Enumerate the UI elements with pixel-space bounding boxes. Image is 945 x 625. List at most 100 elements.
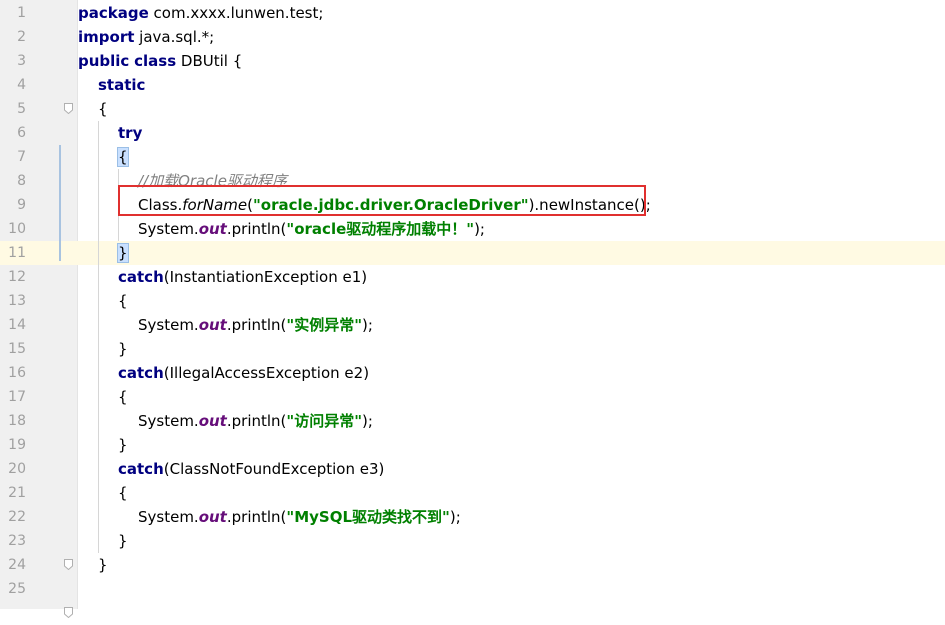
- code-line[interactable]: 19}: [0, 433, 945, 457]
- code-line[interactable]: 4 static: [0, 73, 945, 97]
- code-line[interactable]: 6 try: [0, 121, 945, 145]
- line-number: 12: [8, 269, 26, 285]
- code-token: DBUtil {: [176, 52, 243, 70]
- code-line[interactable]: 18 System.out.println("访问异常");: [0, 409, 945, 433]
- code-token: {: [118, 484, 128, 502]
- code-text: catch(ClassNotFoundException e3): [118, 457, 384, 481]
- code-text: System.out.println("实例异常");: [138, 313, 373, 337]
- line-number: 23: [8, 533, 26, 549]
- code-line[interactable]: 22 System.out.println("MySQL驱动类找不到");: [0, 505, 945, 529]
- line-number: 15: [8, 341, 26, 357]
- indent-guide: [98, 121, 99, 553]
- keyword-token: catch: [118, 460, 164, 478]
- code-text: }: [118, 337, 128, 361]
- code-token: }: [118, 532, 128, 550]
- line-number: 3: [17, 53, 26, 69]
- code-text: }: [117, 241, 129, 265]
- code-token: }: [117, 243, 129, 263]
- code-token: }: [118, 436, 128, 454]
- line-number: 4: [17, 77, 26, 93]
- code-text: }: [118, 433, 128, 457]
- keyword-token: import: [78, 28, 135, 46]
- code-token: );: [449, 508, 461, 526]
- line-number: 10: [8, 221, 26, 237]
- code-line[interactable]: 21 {: [0, 481, 945, 505]
- code-token: .println(: [226, 220, 287, 238]
- line-number: 18: [8, 413, 26, 429]
- fold-marker-icon[interactable]: [64, 103, 73, 114]
- line-number: 19: [8, 437, 26, 453]
- keyword-token: static: [98, 76, 146, 94]
- code-text: package com.xxxx.lunwen.test;: [78, 1, 323, 25]
- code-text: public class DBUtil {: [78, 49, 242, 73]
- code-line[interactable]: 24}: [0, 553, 945, 577]
- keyword-token: public: [78, 52, 130, 70]
- code-token: .println(: [226, 508, 287, 526]
- line-number: 16: [8, 365, 26, 381]
- code-token: );: [362, 316, 373, 334]
- code-line[interactable]: 16 catch(IllegalAccessException e2): [0, 361, 945, 385]
- change-marker: [59, 145, 61, 261]
- code-text: {: [118, 481, 128, 505]
- code-line[interactable]: 5{: [0, 97, 945, 121]
- code-line[interactable]: 10 System.out.println("oracle驱动程序加载中！");: [0, 217, 945, 241]
- code-text: }: [118, 529, 128, 553]
- keyword-token: package: [78, 4, 149, 22]
- code-token: .println(: [226, 316, 287, 334]
- line-number: 21: [8, 485, 26, 501]
- code-line[interactable]: 15}: [0, 337, 945, 361]
- highlight-box: [118, 185, 646, 216]
- line-number: 7: [17, 149, 26, 165]
- line-number: 14: [8, 317, 26, 333]
- code-token: }: [98, 556, 108, 574]
- code-text: try: [118, 121, 142, 145]
- code-token: );: [474, 220, 485, 238]
- string-token: "访问异常": [286, 412, 363, 430]
- string-token: "oracle驱动程序加载中！": [286, 220, 475, 238]
- line-number: 1: [17, 5, 26, 21]
- code-text: static: [98, 73, 145, 97]
- line-number: 5: [17, 101, 26, 117]
- code-line[interactable]: 17 {: [0, 385, 945, 409]
- code-text: {: [118, 289, 128, 313]
- fold-marker-icon[interactable]: [64, 559, 73, 570]
- line-number: 6: [17, 125, 26, 141]
- line-number: 8: [17, 173, 26, 189]
- code-token: );: [362, 412, 373, 430]
- code-line[interactable]: 12 catch(InstantiationException e1): [0, 265, 945, 289]
- code-token: .println(: [226, 412, 287, 430]
- code-line[interactable]: 2 import java.sql.*;: [0, 25, 945, 49]
- code-line[interactable]: 7{: [0, 145, 945, 169]
- code-line[interactable]: 23}: [0, 529, 945, 553]
- code-text: import java.sql.*;: [78, 25, 214, 49]
- code-line[interactable]: 1 package com.xxxx.lunwen.test;: [0, 1, 945, 25]
- line-number: 11: [8, 245, 26, 261]
- code-line[interactable]: 20 catch(ClassNotFoundException e3): [0, 457, 945, 481]
- code-token: {: [118, 292, 128, 310]
- code-text: {: [117, 145, 129, 169]
- line-number: 20: [8, 461, 26, 477]
- code-line[interactable]: [0, 601, 945, 625]
- code-line[interactable]: 14 System.out.println("实例异常");: [0, 313, 945, 337]
- keyword-token: class: [134, 52, 177, 70]
- code-text: System.out.println("oracle驱动程序加载中！");: [138, 217, 485, 241]
- code-text: System.out.println("访问异常");: [138, 409, 373, 433]
- code-line[interactable]: 13 {: [0, 289, 945, 313]
- code-text: {: [98, 97, 108, 121]
- line-number: 24: [8, 557, 26, 573]
- code-text: System.out.println("MySQL驱动类找不到");: [138, 505, 461, 529]
- line-number: 2: [17, 29, 26, 45]
- code-text: catch(InstantiationException e1): [118, 265, 367, 289]
- code-token: com.xxxx.lunwen.test;: [148, 4, 324, 22]
- code-token: out: [198, 316, 227, 334]
- code-token: {: [117, 147, 129, 167]
- code-token: (ClassNotFoundException e3): [163, 460, 385, 478]
- code-line[interactable]: 11}: [0, 241, 945, 265]
- code-editor[interactable]: 1 package com.xxxx.lunwen.test; 2 import ja…: [0, 0, 945, 618]
- code-line[interactable]: 25: [0, 577, 945, 601]
- keyword-token: catch: [118, 268, 164, 286]
- code-line[interactable]: 3 public class DBUtil {: [0, 49, 945, 73]
- code-token: out: [198, 220, 227, 238]
- line-number: 22: [8, 509, 26, 525]
- code-token: {: [98, 100, 108, 118]
